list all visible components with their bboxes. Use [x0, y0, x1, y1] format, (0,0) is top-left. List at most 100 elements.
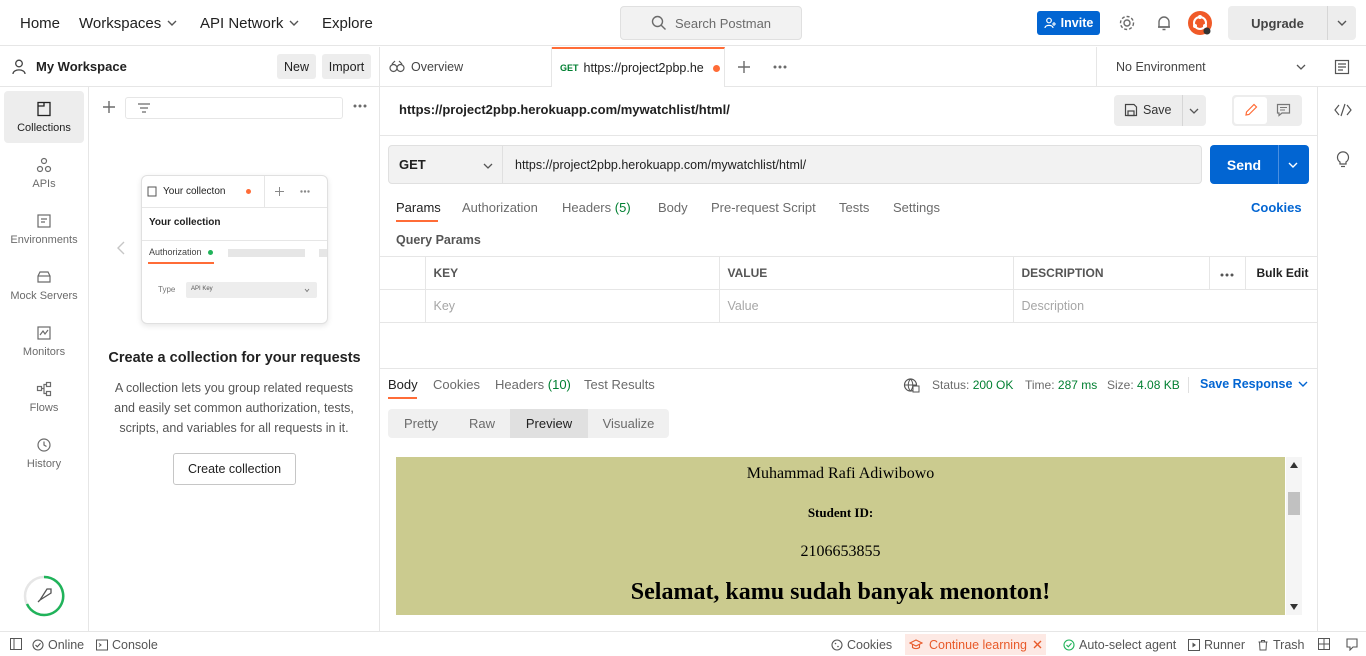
- time-value[interactable]: 287 ms: [1058, 378, 1097, 392]
- upgrade-dropdown[interactable]: [1328, 6, 1356, 40]
- more-icon[interactable]: [353, 104, 367, 108]
- sidebar-item-history[interactable]: History: [4, 427, 84, 479]
- tab-tests[interactable]: Tests: [839, 200, 869, 215]
- send-button[interactable]: Send: [1210, 145, 1309, 184]
- mock-servers-icon: [37, 270, 51, 283]
- auto-select-agent[interactable]: Auto-select agent: [1063, 632, 1176, 656]
- tab-request[interactable]: GET https://project2pbp.he: [552, 47, 725, 87]
- tab-headers[interactable]: Headers (5): [562, 200, 631, 215]
- preview-name: Muhammad Rafi Adiwibowo: [746, 465, 935, 482]
- sidebar-item-collections[interactable]: Collections: [4, 91, 84, 143]
- online-status[interactable]: Online: [32, 632, 84, 656]
- divider: [1188, 377, 1189, 393]
- close-icon[interactable]: [1033, 640, 1042, 649]
- scroll-up-icon[interactable]: [1290, 462, 1298, 468]
- add-icon[interactable]: [102, 100, 116, 114]
- preview-scrollbar[interactable]: [1286, 457, 1302, 615]
- console-icon: [96, 639, 108, 650]
- status-bar: Online Console Cookies Continue learning…: [0, 631, 1366, 656]
- toggle-sidebar-icon[interactable]: [10, 638, 22, 650]
- illustration-tabbar: Your collecton: [142, 176, 327, 208]
- tab-body[interactable]: Body: [658, 200, 688, 215]
- more-tabs-icon[interactable]: [773, 65, 787, 69]
- flows-icon: [36, 381, 52, 396]
- sidebar-item-apis[interactable]: APIs: [4, 147, 84, 199]
- console-button[interactable]: Console: [96, 632, 158, 656]
- runner-button[interactable]: Runner: [1188, 632, 1245, 656]
- url-input[interactable]: https://project2pbp.herokuapp.com/mywatc…: [503, 145, 1202, 184]
- help-icon[interactable]: [1345, 637, 1359, 651]
- invite-button[interactable]: Invite: [1037, 11, 1100, 35]
- bulk-edit-button[interactable]: Bulk Edit: [1245, 256, 1317, 290]
- cookies-link[interactable]: Cookies: [1251, 200, 1302, 215]
- create-collection-button[interactable]: Create collection: [173, 453, 296, 485]
- history-icon: [37, 437, 51, 452]
- layout-icon[interactable]: [1318, 638, 1330, 650]
- avatar[interactable]: [1187, 10, 1213, 36]
- chevron-left-icon[interactable]: [116, 240, 126, 256]
- bell-icon[interactable]: [1155, 14, 1173, 32]
- chevron-down-icon[interactable]: [1189, 106, 1199, 116]
- save-button[interactable]: Save: [1114, 95, 1206, 126]
- gear-icon[interactable]: [1118, 14, 1136, 32]
- comment-icon[interactable]: [1276, 103, 1291, 117]
- key-input[interactable]: Key: [425, 289, 720, 323]
- lightbulb-icon[interactable]: [1335, 150, 1351, 168]
- size-value[interactable]: 4.08 KB: [1137, 378, 1180, 392]
- code-icon[interactable]: [1334, 103, 1352, 117]
- globe-icon[interactable]: [903, 377, 920, 393]
- response-tab-cookies[interactable]: Cookies: [433, 377, 480, 392]
- status-value[interactable]: 200 OK: [973, 378, 1014, 392]
- scroll-down-icon[interactable]: [1290, 604, 1298, 610]
- value-input[interactable]: Value: [719, 289, 1014, 323]
- environment-quick-look-icon[interactable]: [1334, 59, 1350, 75]
- method-value: GET: [399, 157, 426, 172]
- search-icon: [651, 15, 666, 30]
- view-mode-pretty[interactable]: Pretty: [388, 409, 454, 438]
- sidebar-item-environments[interactable]: Environments: [4, 203, 84, 255]
- online-label: Online: [48, 637, 85, 652]
- request-title[interactable]: https://project2pbp.herokuapp.com/mywatc…: [399, 102, 730, 117]
- filter-icon: [138, 103, 150, 113]
- trash-button[interactable]: Trash: [1257, 632, 1305, 656]
- scroll-thumb[interactable]: [1288, 492, 1300, 515]
- continue-learning-button[interactable]: Continue learning: [905, 634, 1046, 655]
- nav-home[interactable]: Home: [20, 0, 60, 46]
- sidebar-item-flows[interactable]: Flows: [4, 371, 84, 423]
- view-mode-visualize[interactable]: Visualize: [588, 409, 669, 438]
- view-mode-raw[interactable]: Raw: [454, 409, 510, 438]
- save-response-button[interactable]: Save Response: [1200, 377, 1308, 391]
- edit-toggle[interactable]: [1234, 97, 1267, 124]
- new-button[interactable]: New: [277, 54, 316, 79]
- tab-authorization[interactable]: Authorization: [462, 200, 538, 215]
- response-tab-headers[interactable]: Headers (10): [495, 377, 571, 392]
- workspace-name[interactable]: My Workspace: [36, 59, 127, 74]
- view-mode-preview[interactable]: Preview: [510, 409, 588, 438]
- description-input[interactable]: Description: [1013, 289, 1317, 323]
- nav-explore[interactable]: Explore: [322, 0, 373, 46]
- sidebar-item-monitors[interactable]: Monitors: [4, 315, 84, 367]
- nav-api-network[interactable]: API Network: [200, 0, 299, 46]
- nav-workspaces[interactable]: Workspaces: [79, 0, 177, 46]
- tab-params[interactable]: Params: [396, 200, 441, 215]
- upgrade-button[interactable]: Upgrade: [1228, 6, 1356, 40]
- method-select[interactable]: GET: [388, 145, 503, 184]
- response-tab-test-results[interactable]: Test Results: [584, 377, 655, 392]
- import-button[interactable]: Import: [322, 54, 371, 79]
- chevron-down-icon[interactable]: [1288, 160, 1298, 170]
- cookies-button[interactable]: Cookies: [831, 632, 892, 656]
- trash-icon: [1258, 639, 1268, 650]
- environment-selector[interactable]: No Environment: [1096, 47, 1318, 87]
- search-bar[interactable]: Search Postman: [620, 6, 802, 40]
- tab-pre-request-script[interactable]: Pre-request Script: [711, 200, 816, 215]
- table-options[interactable]: [1209, 256, 1246, 290]
- rocket-progress-icon[interactable]: [23, 575, 65, 617]
- tab-overview[interactable]: Overview: [380, 47, 552, 87]
- filter-input[interactable]: [125, 97, 343, 119]
- tab-settings[interactable]: Settings: [893, 200, 940, 215]
- response-tab-body[interactable]: Body: [388, 377, 418, 392]
- sidebar-item-mock-servers[interactable]: Mock Servers: [4, 259, 84, 311]
- query-params-label: Query Params: [396, 233, 481, 247]
- add-tab-icon[interactable]: [737, 60, 751, 74]
- create-collection-label: Create collection: [187, 462, 282, 476]
